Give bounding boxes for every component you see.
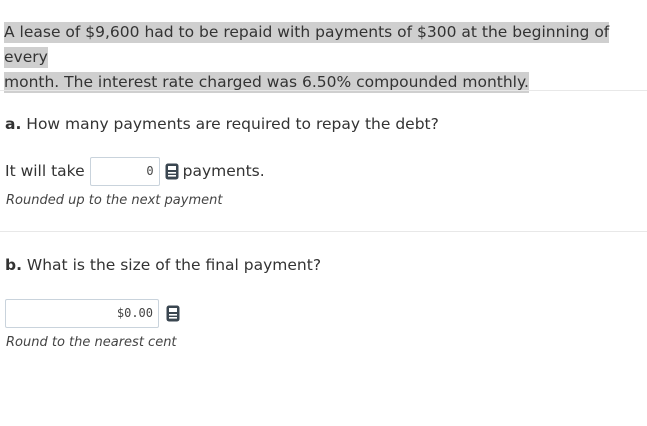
payments-count-input[interactable] (89, 156, 160, 186)
answer-a-prefix: It will take (5, 162, 85, 180)
answer-a-row: It will take payments. (5, 156, 265, 186)
question-b: b. What is the size of the final payment… (5, 255, 321, 275)
divider-top (0, 90, 647, 91)
question-a: a. How many payments are required to rep… (5, 114, 439, 134)
hint-b: Round to the nearest cent (6, 335, 177, 350)
question-b-label: b. (5, 256, 22, 274)
final-payment-input[interactable] (5, 298, 159, 328)
answer-b-row (5, 298, 180, 328)
problem-line-1: A lease of $9,600 had to be repaid with … (4, 22, 610, 68)
answer-a-suffix: payments. (182, 162, 265, 180)
hint-a: Rounded up to the next payment (6, 193, 223, 208)
question-a-text: How many payments are required to repay … (21, 115, 439, 133)
calculator-icon[interactable] (165, 163, 179, 180)
divider-middle (0, 231, 647, 232)
question-a-label: a. (5, 115, 22, 133)
problem-statement: A lease of $9,600 had to be repaid with … (4, 20, 635, 95)
question-b-text: What is the size of the final payment? (21, 256, 322, 274)
calculator-icon[interactable] (166, 305, 180, 322)
